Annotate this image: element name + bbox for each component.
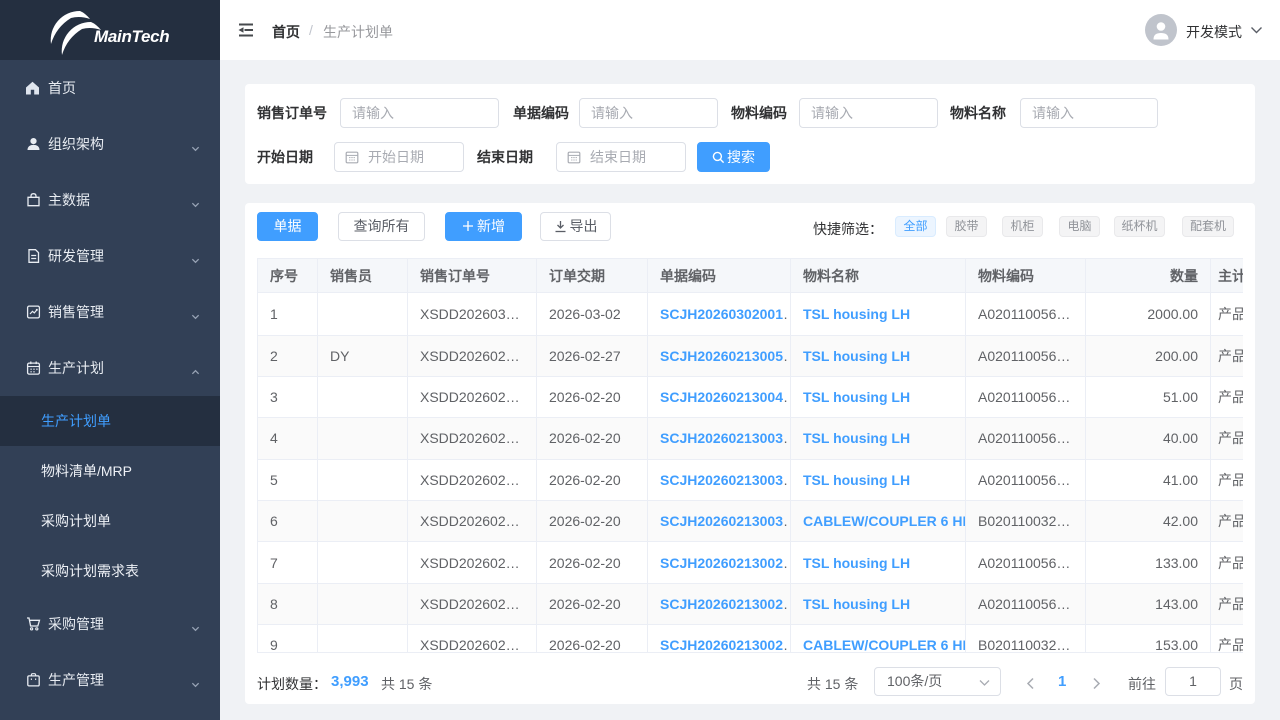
svg-text:MainTech: MainTech (94, 27, 169, 46)
